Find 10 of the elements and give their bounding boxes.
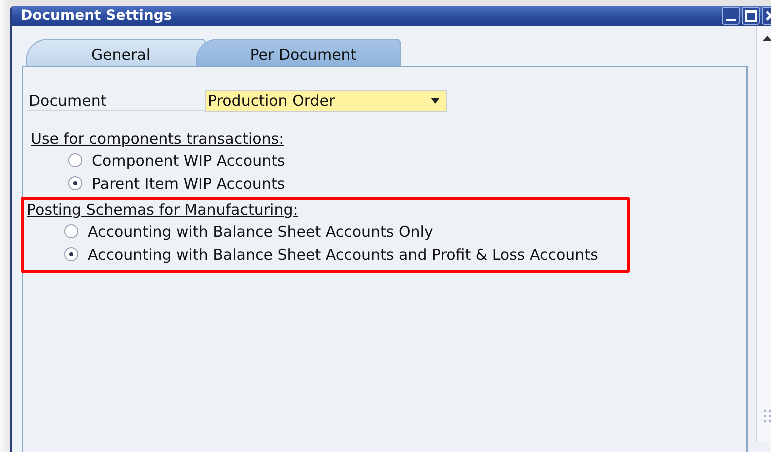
radio-label[interactable]: Component WIP Accounts	[92, 152, 286, 170]
section-heading: Posting Schemas for Manufacturing:	[27, 200, 300, 220]
radio-label[interactable]: Accounting with Balance Sheet Accounts Only	[88, 222, 434, 240]
section-heading: Use for components transactions:	[31, 129, 286, 149]
radio-label[interactable]: Accounting with Balance Sheet Accounts and Profit & Loss Accounts	[88, 246, 598, 264]
window-title: Document Settings	[21, 8, 172, 24]
tab[interactable]: Per Document	[196, 39, 401, 66]
document-dropdown[interactable]: Production Order	[205, 90, 447, 112]
radio-label[interactable]: Parent Item WIP Accounts	[92, 174, 286, 192]
tab[interactable]: General	[26, 39, 206, 66]
